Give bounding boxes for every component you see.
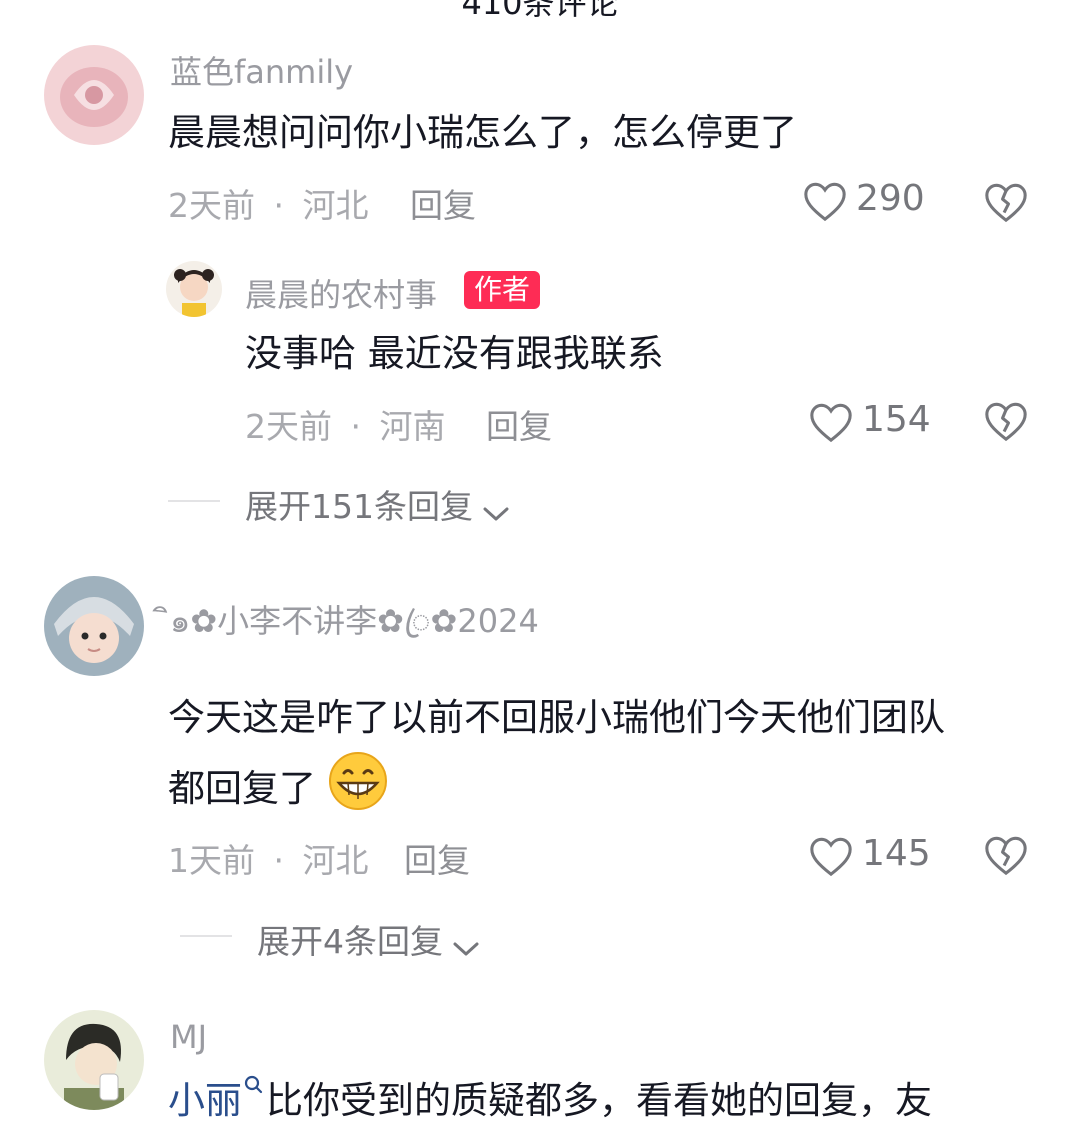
avatar[interactable] <box>44 45 144 145</box>
comment-location: 河北 <box>302 841 369 880</box>
like-button[interactable]: 145 <box>808 830 932 882</box>
heart-icon <box>810 837 852 877</box>
expand-replies-button[interactable]: 展开4条回复 <box>257 915 480 963</box>
expand-label: 展开4条回复 <box>257 922 443 961</box>
comment-username[interactable]: MJ <box>170 1018 207 1056</box>
like-count: 145 <box>862 833 931 874</box>
comment-time: 1天前 <box>168 841 255 880</box>
comment-item: 蓝色fanmily 晨晨想问问你小瑞怎么了，怎么停更了 2天前 · 河北 回复 … <box>0 0 1080 540</box>
dislike-icon[interactable] <box>983 399 1029 443</box>
reply-button[interactable]: 回复 <box>486 400 552 448</box>
reply-avatar[interactable] <box>166 261 222 317</box>
comment-item: MJ 小丽 比你受到的质疑都多，看看她的回复，友 <box>0 1000 1080 1134</box>
comment-text-line-1: 今天这是咋了以前不回服小瑞他们今天他们团队 <box>168 696 945 739</box>
heart-icon <box>810 403 852 443</box>
expand-label: 展开151条回复 <box>245 487 473 526</box>
mention-link[interactable]: 小丽 <box>168 1079 242 1122</box>
like-count: 154 <box>862 399 931 440</box>
expand-divider <box>168 500 220 502</box>
search-icon <box>244 1075 263 1094</box>
comment-text: 小丽 比你受到的质疑都多，看看她的回复，友 <box>168 1068 932 1134</box>
comment-username[interactable]: ิ๑✿小李不讲李✿ꦿ✿2024 <box>170 596 539 662</box>
comment-time: 2天前 <box>168 186 255 225</box>
reply-username[interactable]: 晨晨的农村事 <box>245 270 437 316</box>
heart-icon <box>804 182 846 222</box>
like-button[interactable]: 154 <box>808 396 932 448</box>
reply-button[interactable]: 回复 <box>404 834 470 882</box>
comment-meta: 1天前 · 河北 <box>168 834 369 882</box>
reply-location: 河南 <box>379 407 446 446</box>
meta-separator: · <box>273 186 285 225</box>
avatar[interactable] <box>44 576 144 676</box>
comment-username[interactable]: 蓝色fanmily <box>170 47 353 93</box>
reply-text: 没事哈 最近没有跟我联系 <box>245 332 664 375</box>
comment-item: ิ๑✿小李不讲李✿ꦿ✿2024 今天这是咋了以前不回服小瑞他们今天他们团队 都回… <box>0 560 1080 980</box>
expand-divider <box>180 935 232 937</box>
reply-button[interactable]: 回复 <box>410 179 476 227</box>
chevron-down-icon <box>483 507 509 520</box>
author-badge: 作者 <box>464 271 541 309</box>
comment-text-body: 比你受到的质疑都多，看看她的回复，友 <box>266 1079 932 1122</box>
like-button[interactable]: 290 <box>802 175 932 227</box>
comment-location: 河北 <box>302 186 369 225</box>
chevron-down-icon <box>453 942 479 955</box>
grinning-face-emoji-icon <box>328 752 387 810</box>
comment-text: 晨晨想问问你小瑞怎么了，怎么停更了 <box>168 111 797 154</box>
comment-meta: 2天前 · 河北 <box>168 179 369 227</box>
like-count: 290 <box>856 178 925 219</box>
reply-meta: 2天前 · 河南 <box>245 400 446 448</box>
meta-separator: · <box>273 841 285 880</box>
comment-text-line-2: 都回复了 <box>168 751 388 822</box>
meta-separator: · <box>350 407 362 446</box>
expand-replies-button[interactable]: 展开151条回复 <box>245 480 510 528</box>
dislike-icon[interactable] <box>983 833 1029 877</box>
reply-time: 2天前 <box>245 407 332 446</box>
avatar[interactable] <box>44 1010 144 1110</box>
comment-text-line-2-text: 都回复了 <box>168 767 316 810</box>
dislike-icon[interactable] <box>983 180 1029 224</box>
